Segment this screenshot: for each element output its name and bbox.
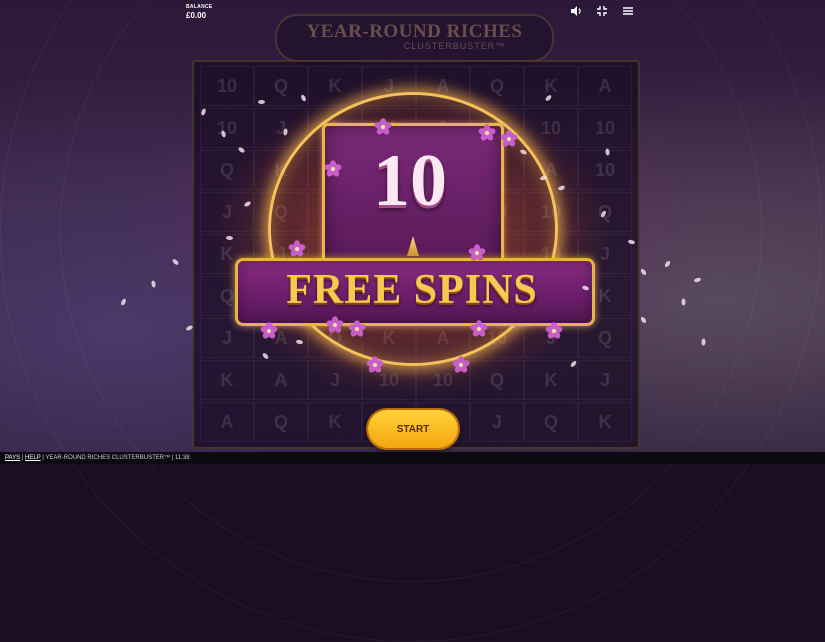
reel-symbol: K xyxy=(308,402,362,442)
footer-bar: PAYS | HELP | YEAR-ROUND RICHES CLUSTERB… xyxy=(0,452,825,464)
pays-link[interactable]: PAYS xyxy=(5,455,20,461)
speaker-icon[interactable] xyxy=(569,4,583,18)
help-link[interactable]: HELP xyxy=(25,455,41,461)
reel-symbol: J xyxy=(578,360,632,400)
hamburger-menu-icon[interactable] xyxy=(621,4,635,18)
reel-symbol: J xyxy=(470,402,524,442)
blossom-icon xyxy=(260,322,278,340)
petal-icon xyxy=(258,100,265,104)
reel-symbol: Q xyxy=(254,402,308,442)
blossom-icon xyxy=(366,356,384,374)
fullscreen-icon[interactable] xyxy=(595,4,609,18)
blossom-icon xyxy=(468,244,486,262)
reel-symbol: K xyxy=(200,360,254,400)
reel-symbol: A xyxy=(200,402,254,442)
blossom-icon xyxy=(470,320,488,338)
blossom-icon xyxy=(324,160,342,178)
blossom-icon xyxy=(326,316,344,334)
reel-symbol: 10 xyxy=(200,108,254,148)
balance-value: £0.00 xyxy=(186,11,207,20)
petal-icon xyxy=(225,235,234,241)
reel-symbol: A xyxy=(578,66,632,106)
game-logo: YEAR-ROUND RICHES CLUSTERBUSTER™ xyxy=(275,14,554,62)
reel-symbol: 10 xyxy=(200,66,254,106)
top-controls xyxy=(569,4,635,18)
blossom-icon xyxy=(500,130,518,148)
start-button[interactable]: START xyxy=(368,410,458,448)
free-spins-count: 10 xyxy=(373,140,447,222)
blossom-icon xyxy=(348,320,366,338)
balance-label: BALANCE xyxy=(186,4,213,10)
reel-symbol: Q xyxy=(524,402,578,442)
petal-icon xyxy=(681,298,686,306)
blossom-icon xyxy=(288,240,306,258)
logo-title: YEAR-ROUND RICHES xyxy=(306,21,523,42)
blossom-icon xyxy=(452,356,470,374)
footer-time: 11:38 xyxy=(175,455,190,461)
reel-symbol: K xyxy=(524,66,578,106)
blossom-icon xyxy=(545,322,563,340)
reel-symbol: K xyxy=(578,402,632,442)
blossom-icon xyxy=(478,124,496,142)
reel-symbol: 10 xyxy=(578,108,632,148)
free-spins-label: FREE SPINS xyxy=(286,267,538,313)
balance-display: BALANCE £0.00 xyxy=(186,4,213,20)
footer-game-name: YEAR-ROUND RICHES CLUSTERBUSTER™ xyxy=(45,455,171,461)
blossom-icon xyxy=(374,118,392,136)
